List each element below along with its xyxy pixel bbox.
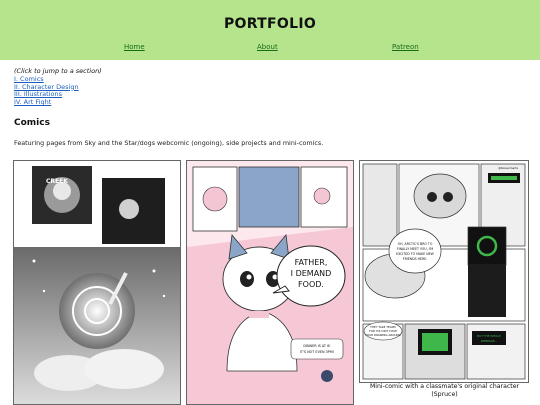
comic-page-mini-comic[interactable]: OH, ARCTIC'S BRO TO FINALLY MEET YOU, I'…: [359, 160, 529, 383]
bubble-line-3: EXCITED TO MAKE NEW: [396, 252, 434, 256]
comic-page-cat-art: FATHER, I DEMAND FOOD. DINNER IS AT 6! I…: [187, 161, 353, 404]
artist-handle: @blossomarts: [498, 166, 518, 170]
nav-home-link[interactable]: Home: [124, 43, 145, 51]
speech-line-2: I DEMAND: [291, 269, 332, 278]
comic-page-mini-comic-art: OH, ARCTIC'S BRO TO FINALLY MEET YOU, I'…: [360, 161, 528, 382]
speech-line-3: FOOD.: [298, 280, 324, 289]
screen-line-2: WEBPAGE...: [481, 339, 498, 343]
comic-page-cat[interactable]: FATHER, I DEMAND FOOD. DINNER IS AT 6! I…: [186, 160, 354, 405]
sfx-creek: CREEK: [46, 178, 68, 185]
screen-line-1: BUT THE WHOLE: [477, 334, 501, 338]
bubble-line-1: OH, ARCTIC'S BRO TO: [398, 242, 433, 246]
nav-patreon-link[interactable]: Patreon: [392, 43, 419, 51]
toc-link-art-fight[interactable]: IV. Art Fight: [14, 98, 102, 107]
section-index: (Click to jump to a section) I. Comics I…: [14, 67, 102, 107]
comic-caption: Mini-comic with a classmate's original c…: [369, 383, 520, 398]
speech-line-1: FATHER,: [295, 258, 328, 267]
bubble2-line-3: FOUR DRAWING AROUND: [365, 333, 401, 337]
comic-page-cauldron-art: CREEK: [14, 161, 180, 404]
bubble-line-2: FINALLY MEET YOU, I'M: [397, 247, 434, 251]
speech-small-line-2: IT'S NOT EVEN 3PM!: [300, 350, 334, 354]
nav-about-link[interactable]: About: [257, 43, 278, 51]
site-title: PORTFOLIO: [223, 16, 317, 32]
site-header: PORTFOLIO Home About Patreon: [0, 0, 540, 60]
speech-small-line-1: DINNER IS AT 6!: [303, 344, 330, 348]
comic-page-cauldron[interactable]: CREEK: [13, 160, 181, 405]
comics-description: Featuring pages from Sky and the Star/do…: [14, 139, 324, 147]
comics-heading: Comics: [14, 118, 50, 128]
bubble-line-4: FRIENDS HERE.: [403, 257, 428, 261]
